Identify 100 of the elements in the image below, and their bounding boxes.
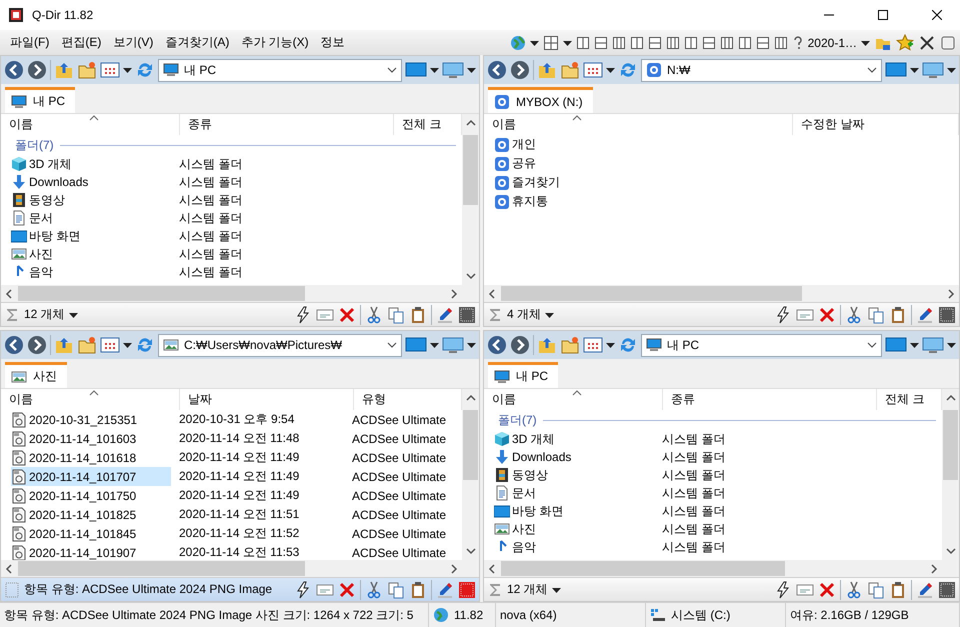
file-name[interactable]: 2020-11-14_101618 bbox=[11, 448, 171, 467]
file-name[interactable]: 즐겨찾기 bbox=[494, 173, 784, 192]
window-icon[interactable] bbox=[940, 34, 956, 50]
scrollbar-thumb[interactable] bbox=[463, 410, 478, 480]
chevron-down-icon[interactable] bbox=[387, 65, 397, 75]
layout-icon[interactable] bbox=[720, 36, 734, 50]
column-header[interactable]: 이름 bbox=[484, 389, 663, 410]
chevron-down-icon[interactable] bbox=[867, 65, 877, 75]
scissors-icon[interactable] bbox=[845, 306, 863, 324]
lightning-icon[interactable] bbox=[294, 306, 312, 324]
address-field[interactable]: 내 PC bbox=[641, 334, 882, 356]
monitor-icon[interactable] bbox=[885, 336, 907, 354]
star-icon[interactable] bbox=[896, 34, 914, 52]
view-grid-icon[interactable] bbox=[583, 61, 603, 79]
dotted-grid-icon[interactable] bbox=[938, 306, 956, 324]
folder-up-icon[interactable] bbox=[54, 335, 74, 355]
scrollbar-thumb[interactable] bbox=[18, 286, 305, 301]
file-name[interactable]: 3D 개체 bbox=[11, 155, 171, 173]
new-folder-icon[interactable] bbox=[560, 335, 580, 355]
new-folder-icon[interactable] bbox=[560, 60, 580, 80]
column-header[interactable]: 종류 bbox=[180, 114, 394, 135]
delete-icon[interactable] bbox=[338, 306, 356, 324]
forward-icon[interactable] bbox=[27, 60, 47, 80]
lightning-icon[interactable] bbox=[294, 580, 312, 598]
layout-icon[interactable] bbox=[542, 34, 559, 50]
monitor-icon[interactable] bbox=[885, 61, 907, 79]
menu-item[interactable]: 편집(E) bbox=[55, 34, 108, 51]
pane-tab[interactable]: 사진 bbox=[5, 362, 67, 388]
file-name[interactable]: 문서 bbox=[11, 209, 171, 227]
new-folder-icon[interactable] bbox=[77, 60, 97, 80]
forward-icon[interactable] bbox=[510, 335, 530, 355]
help-icon[interactable] bbox=[792, 34, 804, 50]
layout-icon[interactable] bbox=[738, 36, 752, 50]
view-grid-icon[interactable] bbox=[100, 336, 120, 354]
file-name[interactable]: 2020-11-14_101825 bbox=[11, 505, 171, 524]
layout-icon[interactable] bbox=[774, 36, 788, 50]
layout-icon[interactable] bbox=[756, 36, 770, 50]
menu-item[interactable]: 추가 기능(X) bbox=[235, 34, 315, 51]
back-icon[interactable] bbox=[487, 60, 507, 80]
folder-up-icon[interactable] bbox=[54, 60, 74, 80]
copy-icon[interactable] bbox=[387, 306, 405, 324]
pen-icon[interactable] bbox=[436, 580, 454, 598]
pen-icon[interactable] bbox=[436, 306, 454, 324]
preset-selector[interactable]: 2020-1… bbox=[808, 36, 857, 50]
file-name[interactable]: 개인 bbox=[494, 135, 784, 154]
layout-icon[interactable] bbox=[666, 36, 680, 50]
file-name[interactable]: 사진 bbox=[11, 245, 171, 263]
menu-item[interactable]: 파일(F) bbox=[4, 34, 56, 51]
layout-icon[interactable] bbox=[576, 36, 590, 50]
layout-icon[interactable] bbox=[648, 36, 662, 50]
monitor-icon[interactable] bbox=[405, 61, 427, 79]
menu-item[interactable]: 즐겨찾기(A) bbox=[159, 34, 236, 51]
file-name[interactable]: 휴지통 bbox=[494, 192, 784, 211]
dotted-grid-icon[interactable] bbox=[458, 580, 476, 598]
copy-icon[interactable] bbox=[387, 580, 405, 598]
back-icon[interactable] bbox=[4, 335, 24, 355]
back-icon[interactable] bbox=[4, 60, 24, 80]
delete-icon[interactable] bbox=[818, 306, 836, 324]
view-grid-icon[interactable] bbox=[100, 61, 120, 79]
layout-icon[interactable] bbox=[684, 36, 698, 50]
lightning-icon[interactable] bbox=[774, 306, 792, 324]
file-name[interactable]: 3D 개체 bbox=[494, 430, 654, 448]
layout-icon[interactable] bbox=[594, 36, 608, 50]
lightning-icon[interactable] bbox=[774, 580, 792, 598]
column-header[interactable]: 수정한 날짜 bbox=[793, 114, 959, 135]
chevron-down-icon[interactable] bbox=[867, 340, 877, 350]
vertical-scrollbar[interactable] bbox=[462, 114, 479, 285]
file-name[interactable]: 바탕 화면 bbox=[11, 227, 171, 245]
file-name[interactable]: 2020-11-14_101907 bbox=[11, 543, 171, 560]
file-name[interactable]: 2020-11-14_101845 bbox=[11, 524, 171, 543]
layout-icon[interactable] bbox=[612, 36, 626, 50]
clipboard-icon[interactable] bbox=[889, 580, 907, 598]
column-header[interactable]: 종류 bbox=[663, 389, 877, 410]
column-header[interactable]: 이름 bbox=[1, 114, 180, 135]
scrollbar-thumb[interactable] bbox=[463, 135, 478, 205]
layout-icon[interactable] bbox=[702, 36, 716, 50]
scrollbar-thumb[interactable] bbox=[501, 286, 802, 301]
pane-tab[interactable]: 내 PC bbox=[5, 87, 76, 113]
pane-tab[interactable]: MYBOX (N:) bbox=[488, 87, 593, 113]
file-name[interactable]: 동영상 bbox=[11, 191, 171, 209]
column-header[interactable]: 이름 bbox=[1, 389, 180, 410]
column-header[interactable]: 날짜 bbox=[180, 389, 354, 410]
layout-icon[interactable] bbox=[630, 36, 644, 50]
clipboard-icon[interactable] bbox=[409, 580, 427, 598]
pane-tab[interactable]: 내 PC bbox=[488, 362, 558, 388]
scrollbar-thumb[interactable] bbox=[18, 561, 305, 576]
file-name[interactable]: 음악 bbox=[494, 538, 654, 556]
forward-icon[interactable] bbox=[27, 335, 47, 355]
vertical-scrollbar[interactable] bbox=[942, 389, 959, 560]
dotted-grid-icon[interactable] bbox=[938, 580, 956, 598]
file-name[interactable]: 공유 bbox=[494, 154, 784, 173]
scissors-icon[interactable] bbox=[365, 306, 383, 324]
scissors-icon[interactable] bbox=[365, 580, 383, 598]
view-grid-icon[interactable] bbox=[583, 336, 603, 354]
forward-icon[interactable] bbox=[510, 60, 530, 80]
dotted-grid-icon[interactable] bbox=[458, 306, 476, 324]
copy-icon[interactable] bbox=[867, 580, 885, 598]
address-field[interactable]: C:₩Users₩nova₩Pictures₩ bbox=[158, 334, 402, 356]
scrollbar-thumb[interactable] bbox=[501, 561, 785, 576]
file-name[interactable]: 2020-11-14_101750 bbox=[11, 486, 171, 505]
